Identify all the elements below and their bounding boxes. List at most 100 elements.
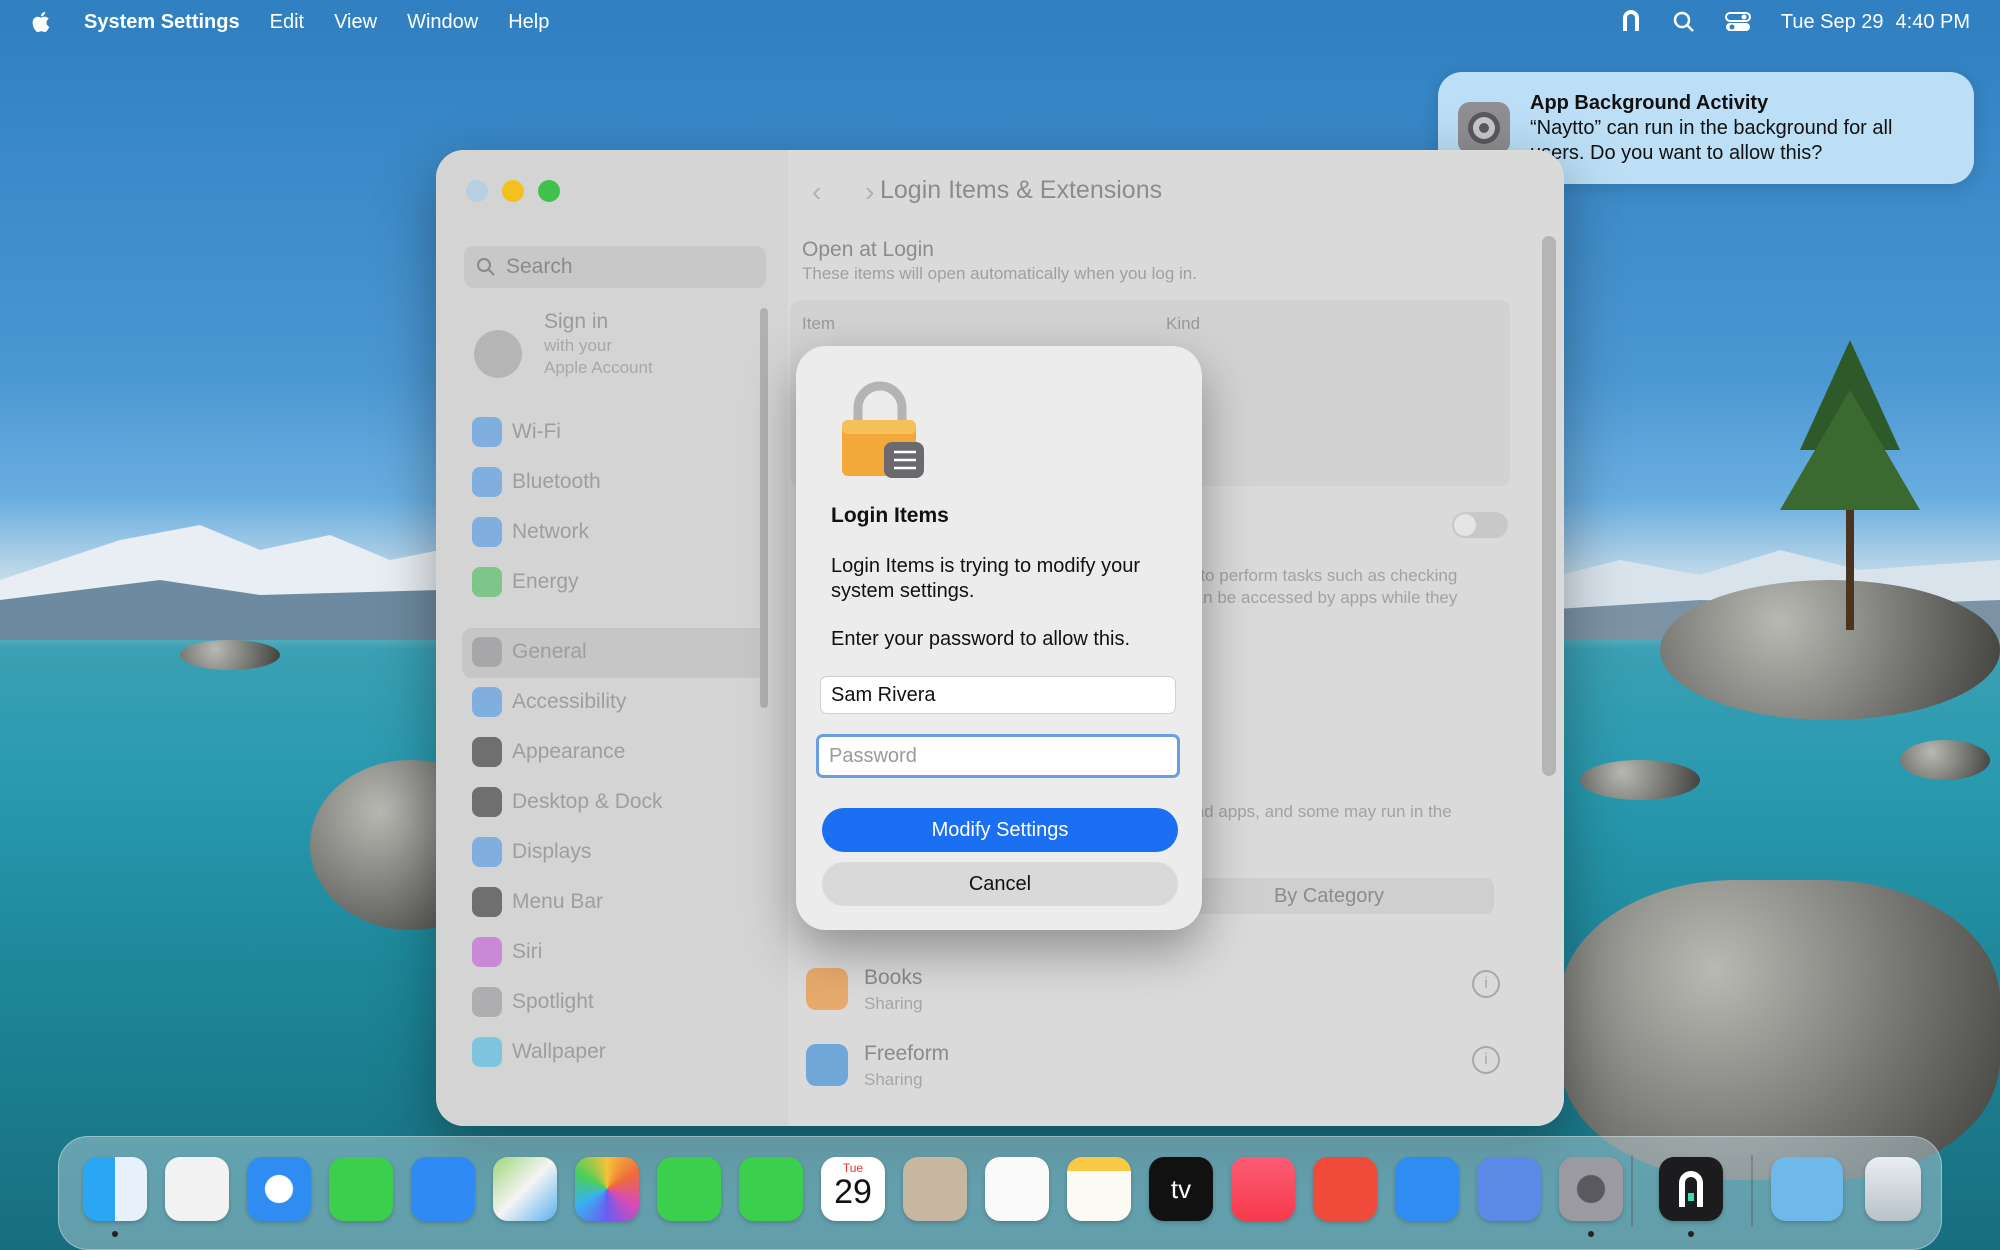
running-indicator bbox=[1688, 1231, 1694, 1237]
menu-time[interactable]: 4:40 PM bbox=[1896, 11, 1970, 34]
safari-icon[interactable] bbox=[247, 1157, 311, 1221]
close-window-button[interactable] bbox=[466, 180, 488, 202]
launchpad-icon[interactable] bbox=[165, 1157, 229, 1221]
menu-window[interactable]: Window bbox=[407, 11, 478, 34]
siri-icon bbox=[472, 937, 502, 967]
sidebar-item-label: Accessibility bbox=[512, 690, 627, 713]
sidebar-item-menu-bar[interactable]: Menu Bar bbox=[472, 882, 603, 922]
sidebar-item-label: Siri bbox=[512, 940, 543, 963]
info-icon[interactable]: i bbox=[1472, 970, 1500, 998]
sidebar-item-energy[interactable]: Energy bbox=[472, 562, 579, 602]
iphone-mirroring-icon[interactable] bbox=[1477, 1157, 1541, 1221]
back-arrow-icon[interactable]: ‹ bbox=[812, 176, 821, 207]
sidebar-item-label: Bluetooth bbox=[512, 470, 601, 493]
mail-icon[interactable] bbox=[411, 1157, 475, 1221]
rocket-app-icon[interactable] bbox=[1313, 1157, 1377, 1221]
naytto-logo-icon bbox=[1679, 1171, 1703, 1207]
app-store-icon[interactable] bbox=[1395, 1157, 1459, 1221]
calendar-icon[interactable]: Tue 29 bbox=[821, 1157, 885, 1221]
sidebar-item-wallpaper[interactable]: Wallpaper bbox=[472, 1032, 606, 1072]
menu-app-name[interactable]: System Settings bbox=[84, 11, 240, 34]
sidebar-item-displays[interactable]: Displays bbox=[472, 832, 591, 872]
calendar-day: 29 bbox=[834, 1173, 872, 1211]
apple-logo-icon[interactable] bbox=[30, 10, 54, 34]
facetime-icon[interactable] bbox=[657, 1157, 721, 1221]
info-icon[interactable]: i bbox=[1472, 1046, 1500, 1074]
maps-icon[interactable] bbox=[493, 1157, 557, 1221]
sidebar-item-network[interactable]: Network bbox=[472, 512, 589, 552]
notes-icon[interactable] bbox=[1067, 1157, 1131, 1221]
messages-icon[interactable] bbox=[329, 1157, 393, 1221]
wifi-icon bbox=[472, 417, 502, 447]
phone-icon[interactable] bbox=[739, 1157, 803, 1221]
energy-icon bbox=[472, 567, 502, 597]
sidebar-item-label: Network bbox=[512, 520, 590, 543]
naytto-menu-icon[interactable] bbox=[1619, 10, 1643, 34]
page-title: Login Items & Extensions bbox=[880, 176, 1163, 204]
wallpaper-icon bbox=[472, 1037, 502, 1067]
dock-separator bbox=[1751, 1155, 1753, 1227]
sidebar-item-label: Desktop & Dock bbox=[512, 790, 663, 813]
sidebar-item-accessibility[interactable]: Accessibility bbox=[472, 682, 626, 722]
sidebar-item-bluetooth[interactable]: Bluetooth bbox=[472, 462, 601, 502]
freeform-icon bbox=[806, 1044, 848, 1086]
sidebar-item-siri[interactable]: Siri bbox=[472, 932, 542, 972]
app-name: Freeform bbox=[864, 1042, 950, 1065]
gear-icon bbox=[1458, 102, 1510, 154]
system-settings-icon[interactable] bbox=[1559, 1157, 1623, 1221]
trash-icon[interactable] bbox=[1865, 1157, 1921, 1221]
downloads-folder-icon[interactable] bbox=[1771, 1157, 1843, 1221]
control-center-icon[interactable] bbox=[1724, 11, 1751, 33]
appearance-icon bbox=[472, 737, 502, 767]
sidebar-item-label: Displays bbox=[512, 840, 592, 863]
finder-icon[interactable] bbox=[83, 1157, 147, 1221]
column-header-item: Item bbox=[802, 314, 836, 333]
app-kind: Sharing bbox=[864, 1070, 923, 1089]
spotlight-icon bbox=[472, 987, 502, 1017]
modify-settings-button[interactable]: Modify Settings bbox=[822, 808, 1178, 852]
sidebar-item-general[interactable]: General bbox=[472, 632, 587, 672]
list-item[interactable]: Books Sharing i bbox=[800, 956, 1500, 1026]
username-field[interactable] bbox=[820, 676, 1176, 714]
desktop-rock bbox=[1900, 740, 1990, 780]
list-item[interactable]: Freeform Sharing i bbox=[800, 1032, 1500, 1102]
sidebar-item-spotlight[interactable]: Spotlight bbox=[472, 982, 594, 1022]
naytto-app-icon[interactable] bbox=[1659, 1157, 1723, 1221]
running-indicator bbox=[112, 1231, 118, 1237]
photos-icon[interactable] bbox=[575, 1157, 639, 1221]
dialog-prompt: Enter your password to allow this. bbox=[831, 628, 1131, 650]
sidebar-item-appearance[interactable]: Appearance bbox=[472, 732, 625, 772]
cancel-button[interactable]: Cancel bbox=[822, 862, 1178, 906]
apple-tv-icon[interactable]: tv bbox=[1149, 1157, 1213, 1221]
main-scrollbar[interactable] bbox=[1542, 236, 1556, 776]
search-placeholder: Search bbox=[506, 255, 573, 278]
segment-by-category[interactable]: By Category bbox=[1164, 878, 1494, 914]
sidebar-item-desktop-dock[interactable]: Desktop & Dock bbox=[472, 782, 663, 822]
menu-help[interactable]: Help bbox=[508, 11, 549, 34]
desktop-dock-icon bbox=[472, 787, 502, 817]
zoom-window-button[interactable] bbox=[538, 180, 560, 202]
menu-date[interactable]: Tue Sep 29 bbox=[1781, 11, 1884, 34]
contacts-icon[interactable] bbox=[903, 1157, 967, 1221]
minimize-window-button[interactable] bbox=[502, 180, 524, 202]
auth-dialog: Login Items Login Items is trying to mod… bbox=[796, 346, 1202, 930]
menu-view[interactable]: View bbox=[334, 11, 377, 34]
accessibility-icon bbox=[472, 687, 502, 717]
sidebar-item-label: Menu Bar bbox=[512, 890, 604, 913]
menu-edit[interactable]: Edit bbox=[270, 11, 304, 34]
section-title: Open at Login bbox=[802, 238, 934, 261]
spotlight-search-icon[interactable] bbox=[1673, 11, 1695, 33]
sidebar-search-input[interactable]: Search bbox=[464, 246, 766, 288]
forward-arrow-icon[interactable]: › bbox=[865, 176, 874, 207]
sidebar-item-wifi[interactable]: Wi-Fi bbox=[472, 412, 561, 452]
account-title: Sign in bbox=[544, 310, 609, 333]
reminders-icon[interactable] bbox=[985, 1157, 1049, 1221]
search-icon bbox=[477, 258, 495, 276]
password-field[interactable] bbox=[816, 734, 1180, 778]
toggle-switch[interactable] bbox=[1452, 512, 1508, 538]
dialog-title: Login Items bbox=[831, 504, 949, 527]
music-icon[interactable] bbox=[1231, 1157, 1295, 1221]
sidebar-scrollbar[interactable] bbox=[760, 308, 768, 708]
column-header-kind: Kind bbox=[1166, 314, 1201, 333]
notification-title: App Background Activity bbox=[1530, 92, 1769, 114]
